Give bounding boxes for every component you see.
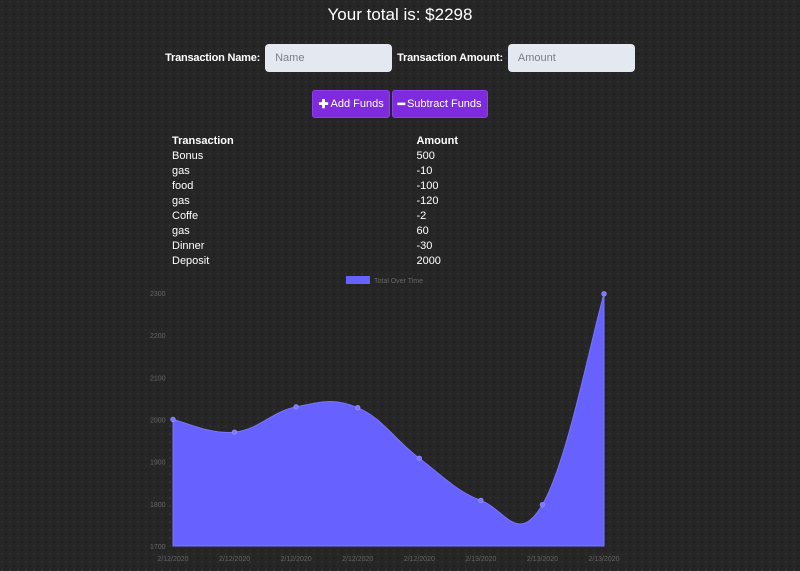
transaction-name-input[interactable] [265, 44, 393, 72]
table-header-row: Transaction Amount [170, 134, 460, 148]
data-point[interactable] [601, 291, 607, 297]
transaction-amount-cell: -30 [416, 239, 433, 252]
table-row: gas 60 [170, 223, 460, 238]
transaction-amount-label: Transaction Amount: [397, 52, 503, 64]
x-tick-label: 2/12/2020 [281, 556, 312, 563]
transaction-name-label: Transaction Name: [165, 52, 261, 64]
table-row: Bonus 500 [170, 148, 460, 163]
y-tick-label: 1800 [150, 502, 166, 509]
transaction-amount-cell: -100 [416, 179, 439, 192]
transaction-amount-cell: 60 [416, 224, 429, 237]
transactions-table: Transaction Amount Bonus 500 gas -10 food -… [170, 134, 460, 268]
table-row: Deposit 2000 [170, 253, 460, 268]
data-point[interactable] [539, 501, 546, 508]
x-tick-label: 2/12/2020 [219, 556, 250, 563]
table-row: Dinner -30 [170, 238, 460, 253]
total-heading: Your total is: $2298 [327, 5, 473, 24]
data-point[interactable] [478, 497, 484, 504]
transaction-amount-cell: -2 [416, 209, 427, 222]
x-tick-label: 2/13/2020 [527, 556, 558, 563]
y-tick-label: 2100 [150, 375, 166, 382]
transaction-name-cell: gas [172, 164, 190, 177]
plus-icon: ✚ [318, 97, 329, 111]
table-row: Coffe -2 [170, 208, 460, 223]
x-tick-label: 2/12/2020 [342, 556, 373, 563]
data-point[interactable] [231, 429, 238, 435]
transaction-name-cell: gas [172, 194, 190, 207]
transaction-form: Transaction Name: Transaction Amount: [0, 44, 800, 72]
transaction-name-cell: Bonus [172, 149, 204, 162]
minus-icon: ━ [397, 97, 405, 111]
x-tick-label: 2/12/2020 [157, 556, 188, 563]
table-row: gas -120 [170, 193, 460, 208]
data-point[interactable] [416, 455, 422, 461]
column-header-transaction: Transaction [172, 135, 234, 147]
transaction-name-cell: Dinner [172, 239, 205, 252]
transaction-amount-cell: -10 [416, 164, 433, 177]
transaction-name-cell: gas [172, 224, 190, 237]
table-row: food -100 [170, 178, 460, 193]
x-tick-label: 2/13/2020 [588, 556, 619, 563]
action-buttons: ✚ Add Funds ━ Subtract Funds [0, 90, 800, 118]
subtract-funds-label: Subtract Funds [406, 98, 482, 110]
column-header-amount: Amount [416, 135, 458, 147]
y-tick-label: 2200 [150, 333, 166, 340]
transaction-amount-cell: 500 [416, 149, 435, 162]
legend-label[interactable]: Total Over Time [374, 278, 423, 285]
data-point[interactable] [293, 404, 299, 410]
data-point[interactable] [355, 404, 361, 411]
legend-swatch[interactable] [346, 276, 370, 284]
y-tick-label: 2000 [150, 418, 166, 425]
add-funds-button[interactable]: ✚ Add Funds [312, 90, 390, 118]
transaction-amount-input[interactable] [507, 44, 635, 72]
subtract-funds-button[interactable]: ━ Subtract Funds [391, 90, 488, 118]
table-row: gas -10 [170, 163, 460, 178]
transaction-name-cell: Coffe [172, 209, 199, 222]
transaction-name-cell: Deposit [172, 254, 210, 267]
add-funds-label: Add Funds [330, 98, 384, 110]
transaction-amount-cell: -120 [416, 194, 439, 207]
area-series [172, 293, 605, 547]
x-tick-label: 2/12/2020 [404, 556, 435, 563]
data-point[interactable] [170, 416, 176, 423]
y-tick-label: 1700 [150, 544, 166, 551]
x-tick-label: 2/13/2020 [465, 556, 496, 563]
transaction-amount-cell: 2000 [416, 254, 441, 267]
y-tick-label: 2300 [150, 291, 166, 298]
total-over-time-chart: Total Over Time 1700 1800 1900 2000 2100 2200 2… [150, 276, 620, 563]
y-tick-label: 1900 [150, 460, 166, 467]
transaction-name-cell: food [172, 179, 194, 192]
